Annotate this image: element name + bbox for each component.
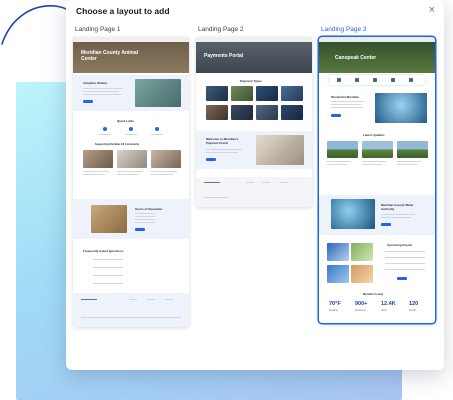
- stat-label: Residents: [355, 309, 366, 312]
- layout-thumbnail: Canopeak Center Wonderful Meridian Lates…: [319, 37, 435, 323]
- layout-picker-modal: Choose a layout to add × Landing Page 1 …: [66, 0, 444, 370]
- thumb-section-updates: Latest Updates: [363, 133, 385, 137]
- modal-title: Choose a layout to add: [76, 6, 170, 16]
- thumb-section-stories: Supporting Meridian All Community: [95, 143, 140, 146]
- thumbnail-hero: Canopeak Center: [319, 37, 435, 73]
- close-icon[interactable]: ×: [429, 4, 435, 16]
- layout-label-landing-page-3[interactable]: Landing Page 3: [321, 26, 367, 33]
- thumb-stats-title: Meridian County: [363, 293, 384, 296]
- thumb-section-about: Adoption Shelter: [83, 81, 108, 85]
- layout-thumbnail: Payments Portal Payment Types Welcome to…: [196, 37, 312, 207]
- thumbnail-hero: Meridian County Animal Center: [73, 37, 189, 73]
- stat-value: 12.4K: [381, 301, 396, 307]
- stat-value: 900+: [355, 301, 368, 307]
- thumb-section-faq: Frequently Asked Questions: [83, 249, 124, 253]
- stat-label: Weather: [329, 309, 338, 312]
- thumbnail-hero-text: Meridian County Animal Center: [81, 50, 139, 62]
- thumbnail-hero: Payments Portal: [196, 37, 312, 73]
- thumb-welcome: Welcome to Meridian's Payment Portal: [206, 137, 239, 145]
- thumb-section-payment-types: Payment Types: [240, 79, 262, 83]
- layout-thumbnail: Meridian County Animal Center Adoption S…: [73, 37, 189, 327]
- stat-value: 120: [409, 301, 419, 307]
- thumb-events: Upcoming Events: [387, 243, 413, 247]
- stat-value: 70°F: [329, 301, 341, 307]
- thumb-section-quick-links: Quick Links: [117, 119, 135, 123]
- thumb-welcome: Wonderful Meridian: [331, 95, 359, 99]
- layout-label-landing-page-1[interactable]: Landing Page 1: [75, 26, 121, 33]
- layout-label-landing-page-2[interactable]: Landing Page 2: [198, 26, 244, 33]
- thumbnail-hero-text: Payments Portal: [204, 53, 244, 59]
- layout-card-landing-page-1[interactable]: Meridian County Animal Center Adoption S…: [73, 37, 189, 327]
- layout-card-landing-page-2[interactable]: Payments Portal Payment Types Welcome to…: [196, 37, 312, 207]
- thumbnail-hero-text: Canopeak Center: [335, 55, 377, 61]
- stat-label: Visits: [381, 309, 387, 312]
- stat-label: Events: [409, 309, 417, 312]
- thumb-section-hours: Hours of Operation: [135, 207, 163, 211]
- layout-card-landing-page-3[interactable]: Canopeak Center Wonderful Meridian Lates…: [319, 37, 435, 323]
- thumb-water-title: Meridian County Water Authority: [381, 203, 414, 211]
